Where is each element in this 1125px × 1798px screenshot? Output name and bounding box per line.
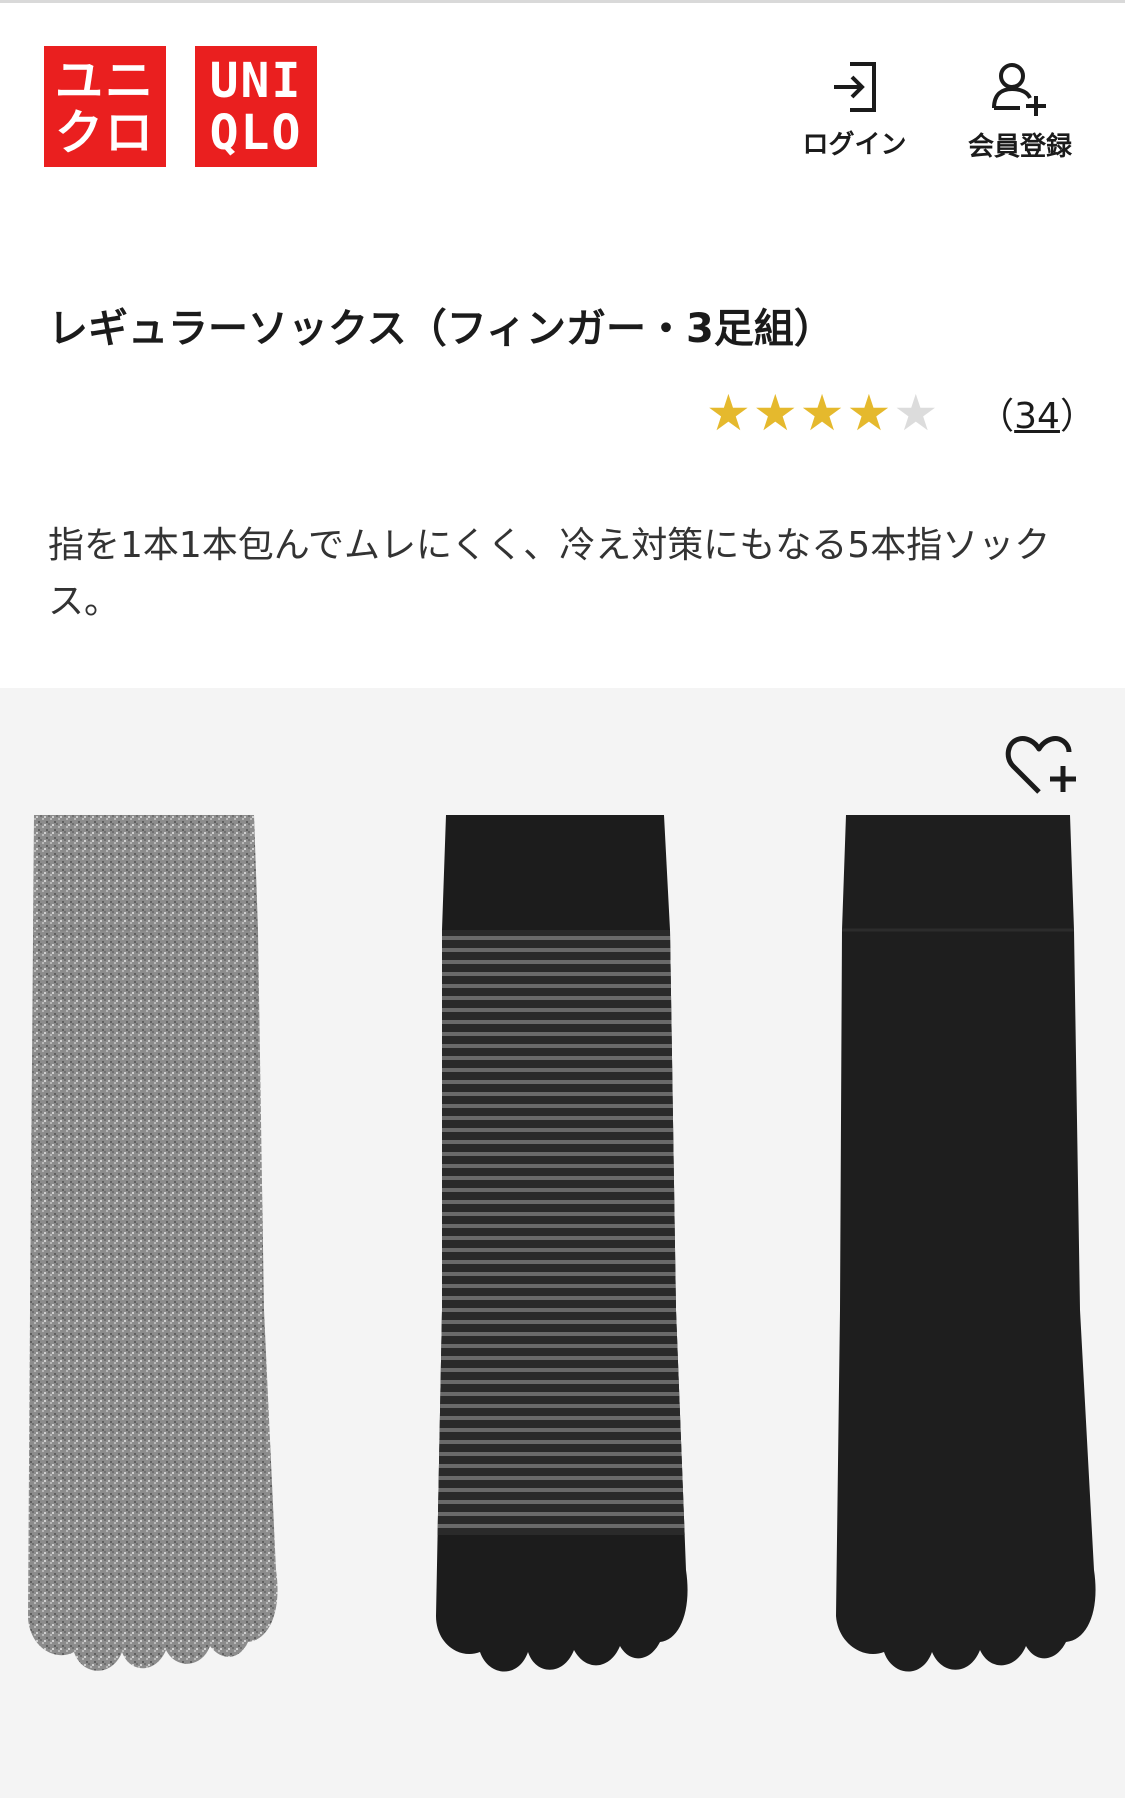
heart-plus-icon [1005, 736, 1081, 804]
logo-row-1: ユニ [54, 52, 155, 109]
black-sock-image [836, 815, 1096, 1672]
uniqlo-logo-latin[interactable]: UNI QLO [195, 46, 317, 167]
star-icon: ★ [706, 384, 751, 442]
star-icon: ★ [893, 384, 939, 442]
product-title: レギュラーソックス（フィンガー・3足組） [48, 306, 834, 352]
star-icon: ★ [799, 384, 845, 442]
top-divider [0, 0, 1125, 3]
star-icon: ★ [846, 384, 892, 442]
wishlist-button[interactable] [1005, 730, 1081, 800]
striped-sock-image [436, 815, 688, 1672]
user-add-icon [990, 60, 1050, 120]
rating[interactable]: ★ ★ ★ ★ ★ （34） [706, 385, 1096, 441]
register-label: 会員登録 [967, 132, 1072, 162]
star-icon: ★ [752, 384, 798, 442]
login-button[interactable]: ログイン [792, 60, 917, 170]
logo-row-2: クロ [54, 104, 155, 161]
logo-row-2: QLO [209, 104, 303, 161]
review-count: 34 [1014, 396, 1060, 437]
login-label: ログイン [802, 130, 907, 160]
register-button[interactable]: 会員登録 [955, 60, 1085, 170]
logo-row-1: UNI [209, 52, 303, 109]
login-icon [830, 60, 880, 118]
gray-heather-sock-image [28, 815, 278, 1671]
review-count-link[interactable]: （34） [978, 387, 1096, 439]
uniqlo-logo-katakana[interactable]: ユニ クロ [44, 46, 166, 167]
product-description: 指を1本1本包んでムレにくく、冷え対策にもなる5本指ソックス。 [48, 525, 1051, 622]
